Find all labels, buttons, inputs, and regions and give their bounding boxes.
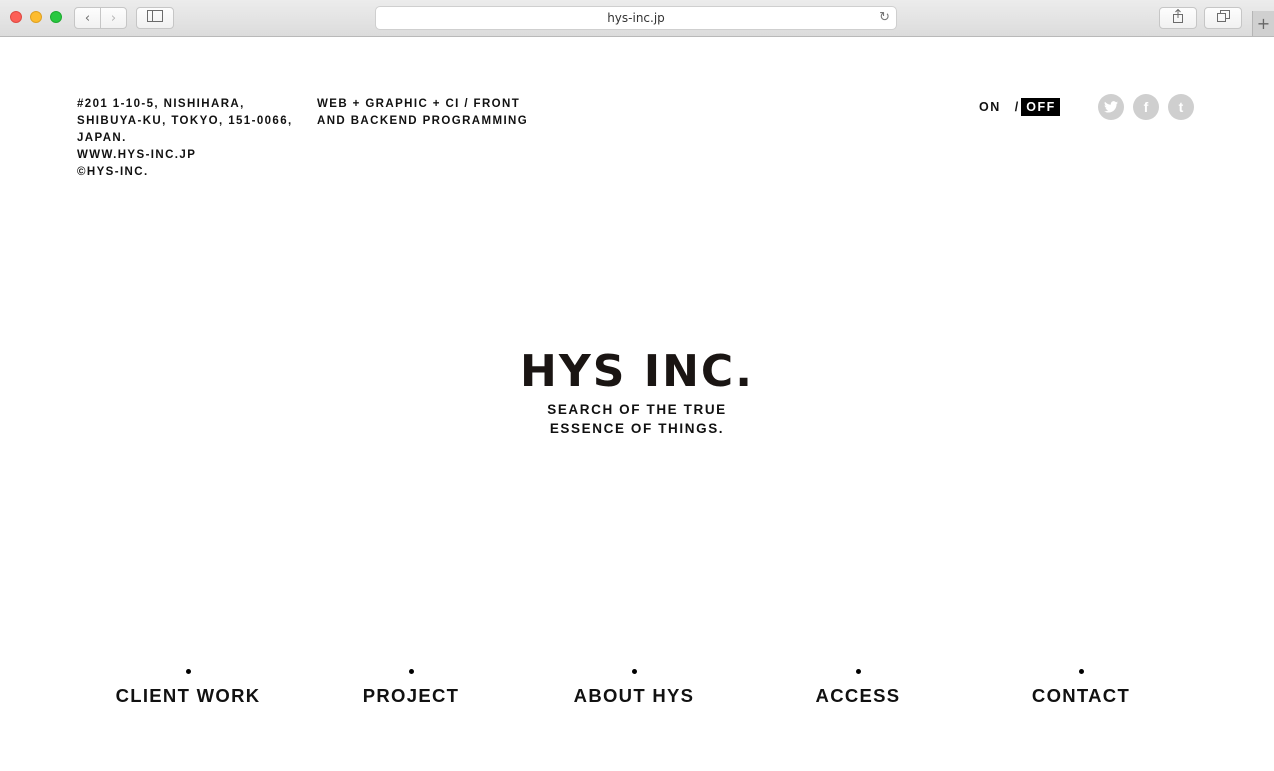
services-line: AND BACKEND PROGRAMMING: [317, 115, 529, 127]
address-line: JAPAN.: [77, 132, 127, 144]
tab-overview-button[interactable]: [1204, 7, 1242, 29]
services-description: WEB + GRAPHIC + CI / FRONT AND BACKEND P…: [317, 96, 547, 130]
site-title: HYS INC.: [520, 346, 754, 397]
page: #201 1-10-5, NISHIHARA, SHIBUYA-KU, TOKY…: [0, 37, 1274, 771]
tagline-line: ESSENCE OF THINGS.: [549, 421, 725, 436]
hero: HYS INC. SEARCH OF THE TRUE ESSENCE OF T…: [0, 347, 1274, 438]
nav-dot-icon: [185, 669, 191, 674]
toggle-separator: /: [1014, 100, 1019, 114]
tumblr-icon[interactable]: t: [1168, 94, 1194, 120]
tagline-line: SEARCH OF THE TRUE: [547, 402, 727, 417]
company-address: #201 1-10-5, NISHIHARA, SHIBUYA-KU, TOKY…: [77, 96, 307, 181]
tabs-overview-icon: [1216, 10, 1230, 26]
nav-item-access[interactable]: ACCESS: [748, 669, 968, 707]
back-button[interactable]: ‹: [74, 7, 101, 29]
minimize-window-button[interactable]: [30, 11, 42, 23]
chevron-right-icon: ›: [110, 10, 117, 26]
toggle-on-option[interactable]: ON: [979, 100, 1001, 114]
reload-icon[interactable]: ↻: [879, 10, 890, 25]
nav-label: CONTACT: [1031, 685, 1131, 706]
nav-dot-icon: [631, 669, 637, 674]
sidebar-toggle-button[interactable]: [136, 7, 174, 29]
nav-label: ABOUT HYS: [573, 685, 695, 706]
share-icon: [1172, 8, 1184, 27]
address-bar[interactable]: hys-inc.jp ↻: [375, 6, 897, 30]
browser-toolbar: ‹ › hys-inc.jp ↻ +: [0, 0, 1274, 37]
nav-item-project[interactable]: PROJECT: [301, 669, 521, 707]
toggle-off-option[interactable]: OFF: [1021, 98, 1060, 116]
plus-icon: +: [1256, 14, 1271, 33]
nav-label: PROJECT: [362, 685, 460, 706]
nav-dot-icon: [1078, 669, 1084, 674]
nav-item-contact[interactable]: CONTACT: [971, 669, 1191, 707]
website-link[interactable]: WWW.HYS-INC.JP: [77, 147, 307, 164]
address-line: #201 1-10-5, NISHIHARA,: [77, 98, 245, 110]
nav-item-about-hys[interactable]: ABOUT HYS: [524, 669, 744, 707]
zoom-window-button[interactable]: [50, 11, 62, 23]
new-tab-button[interactable]: +: [1252, 11, 1274, 36]
nav-dot-icon: [408, 669, 414, 674]
copyright: ©HYS-INC.: [77, 166, 149, 178]
nav-item-client-work[interactable]: CLIENT WORK: [78, 669, 298, 707]
forward-button[interactable]: ›: [100, 7, 127, 29]
share-button[interactable]: [1159, 7, 1197, 29]
tagline: SEARCH OF THE TRUE ESSENCE OF THINGS.: [0, 400, 1274, 438]
nav-dot-icon: [855, 669, 861, 674]
on-off-toggle: ON / OFF: [979, 98, 1060, 116]
url-text: hys-inc.jp: [607, 11, 665, 25]
social-links: f t: [1098, 94, 1194, 120]
address-line: SHIBUYA-KU, TOKYO, 151-0066,: [77, 115, 293, 127]
close-window-button[interactable]: [10, 11, 22, 23]
facebook-icon[interactable]: f: [1133, 94, 1159, 120]
sidebar-icon: [147, 10, 163, 26]
nav-label: ACCESS: [815, 685, 901, 706]
services-line: WEB + GRAPHIC + CI / FRONT: [317, 98, 521, 110]
chevron-left-icon: ‹: [84, 10, 91, 26]
nav-label: CLIENT WORK: [115, 685, 261, 706]
twitter-icon[interactable]: [1098, 94, 1124, 120]
